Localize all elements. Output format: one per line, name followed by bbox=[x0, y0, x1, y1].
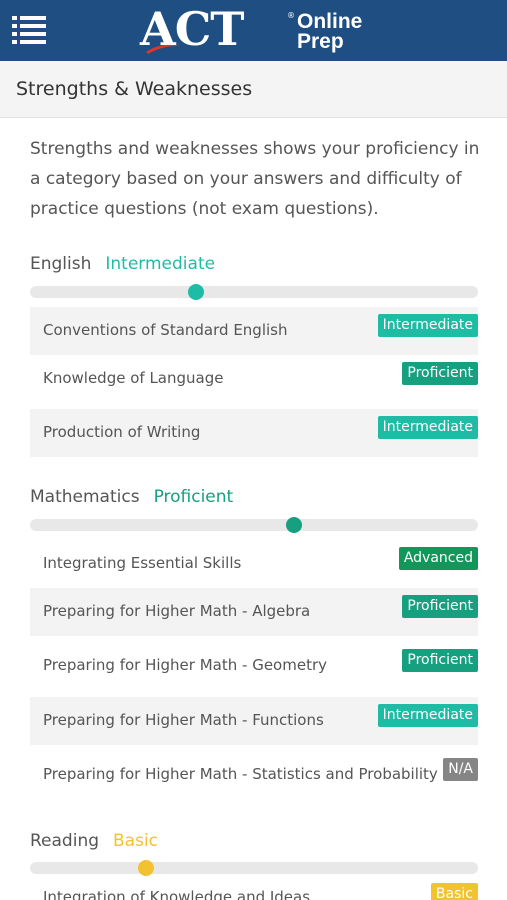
level-badge: Basic bbox=[430, 883, 478, 900]
menu-icon[interactable] bbox=[12, 16, 46, 44]
act-online-prep-logo: ACT ® Online Prep bbox=[140, 2, 370, 56]
section-header-reading: Reading Basic bbox=[30, 831, 158, 851]
category-label: Preparing for Higher Math - Functions bbox=[43, 711, 324, 729]
section-header-english: English Intermediate bbox=[30, 254, 215, 274]
section-name: Mathematics bbox=[30, 487, 140, 507]
logo-prep-text: Prep bbox=[297, 30, 344, 53]
level-badge: Proficient bbox=[402, 362, 478, 385]
progress-knob bbox=[286, 517, 303, 533]
progress-track-english bbox=[30, 284, 478, 300]
section-level: Basic bbox=[113, 831, 159, 851]
category-row[interactable]: Knowledge of Language Proficient bbox=[30, 355, 478, 403]
category-row[interactable]: Preparing for Higher Math - Geometry Pro… bbox=[30, 642, 478, 690]
level-badge: Proficient bbox=[402, 649, 478, 672]
progress-knob bbox=[187, 284, 204, 300]
level-badge: Intermediate bbox=[377, 704, 478, 727]
category-row[interactable]: Integration of Knowledge and Ideas Basic bbox=[30, 876, 478, 900]
progress-track-mathematics bbox=[30, 517, 478, 533]
category-row[interactable]: Conventions of Standard English Intermed… bbox=[30, 307, 478, 355]
intro-text: Strengths and weaknesses shows your prof… bbox=[30, 139, 480, 219]
level-badge: Intermediate bbox=[377, 314, 478, 337]
category-label: Preparing for Higher Math - Statistics a… bbox=[43, 765, 438, 783]
category-row[interactable]: Preparing for Higher Math - Statistics a… bbox=[30, 751, 478, 799]
category-label: Preparing for Higher Math - Geometry bbox=[43, 656, 327, 674]
section-name: Reading bbox=[30, 831, 100, 851]
category-row[interactable]: Preparing for Higher Math - Algebra Prof… bbox=[30, 588, 478, 636]
category-label: Integration of Knowledge and Ideas bbox=[43, 888, 311, 900]
level-badge: Intermediate bbox=[377, 416, 478, 439]
level-badge: Advanced bbox=[398, 547, 478, 570]
page-header: Strengths & Weaknesses bbox=[0, 61, 507, 118]
category-label: Conventions of Standard English bbox=[43, 321, 288, 339]
level-badge: Proficient bbox=[402, 595, 478, 618]
progress-knob bbox=[138, 860, 155, 876]
progress-track-reading bbox=[30, 860, 478, 876]
category-row[interactable]: Production of Writing Intermediate bbox=[30, 409, 478, 457]
category-label: Knowledge of Language bbox=[43, 369, 224, 387]
category-label: Preparing for Higher Math - Algebra bbox=[43, 602, 311, 620]
logo-swoosh-icon bbox=[146, 44, 180, 54]
logo-registered-mark: ® bbox=[287, 11, 295, 20]
section-level: Intermediate bbox=[105, 254, 216, 274]
top-bar: ACT ® Online Prep bbox=[0, 0, 507, 61]
section-level: Proficient bbox=[153, 487, 234, 507]
page-title: Strengths & Weaknesses bbox=[16, 78, 253, 100]
section-header-mathematics: Mathematics Proficient bbox=[30, 487, 233, 507]
level-badge: N/A bbox=[443, 758, 478, 781]
section-name: English bbox=[30, 254, 92, 274]
category-row[interactable]: Preparing for Higher Math - Functions In… bbox=[30, 697, 478, 745]
category-label: Integrating Essential Skills bbox=[43, 554, 242, 572]
category-row[interactable]: Integrating Essential Skills Advanced bbox=[30, 540, 478, 588]
category-label: Production of Writing bbox=[43, 423, 201, 441]
